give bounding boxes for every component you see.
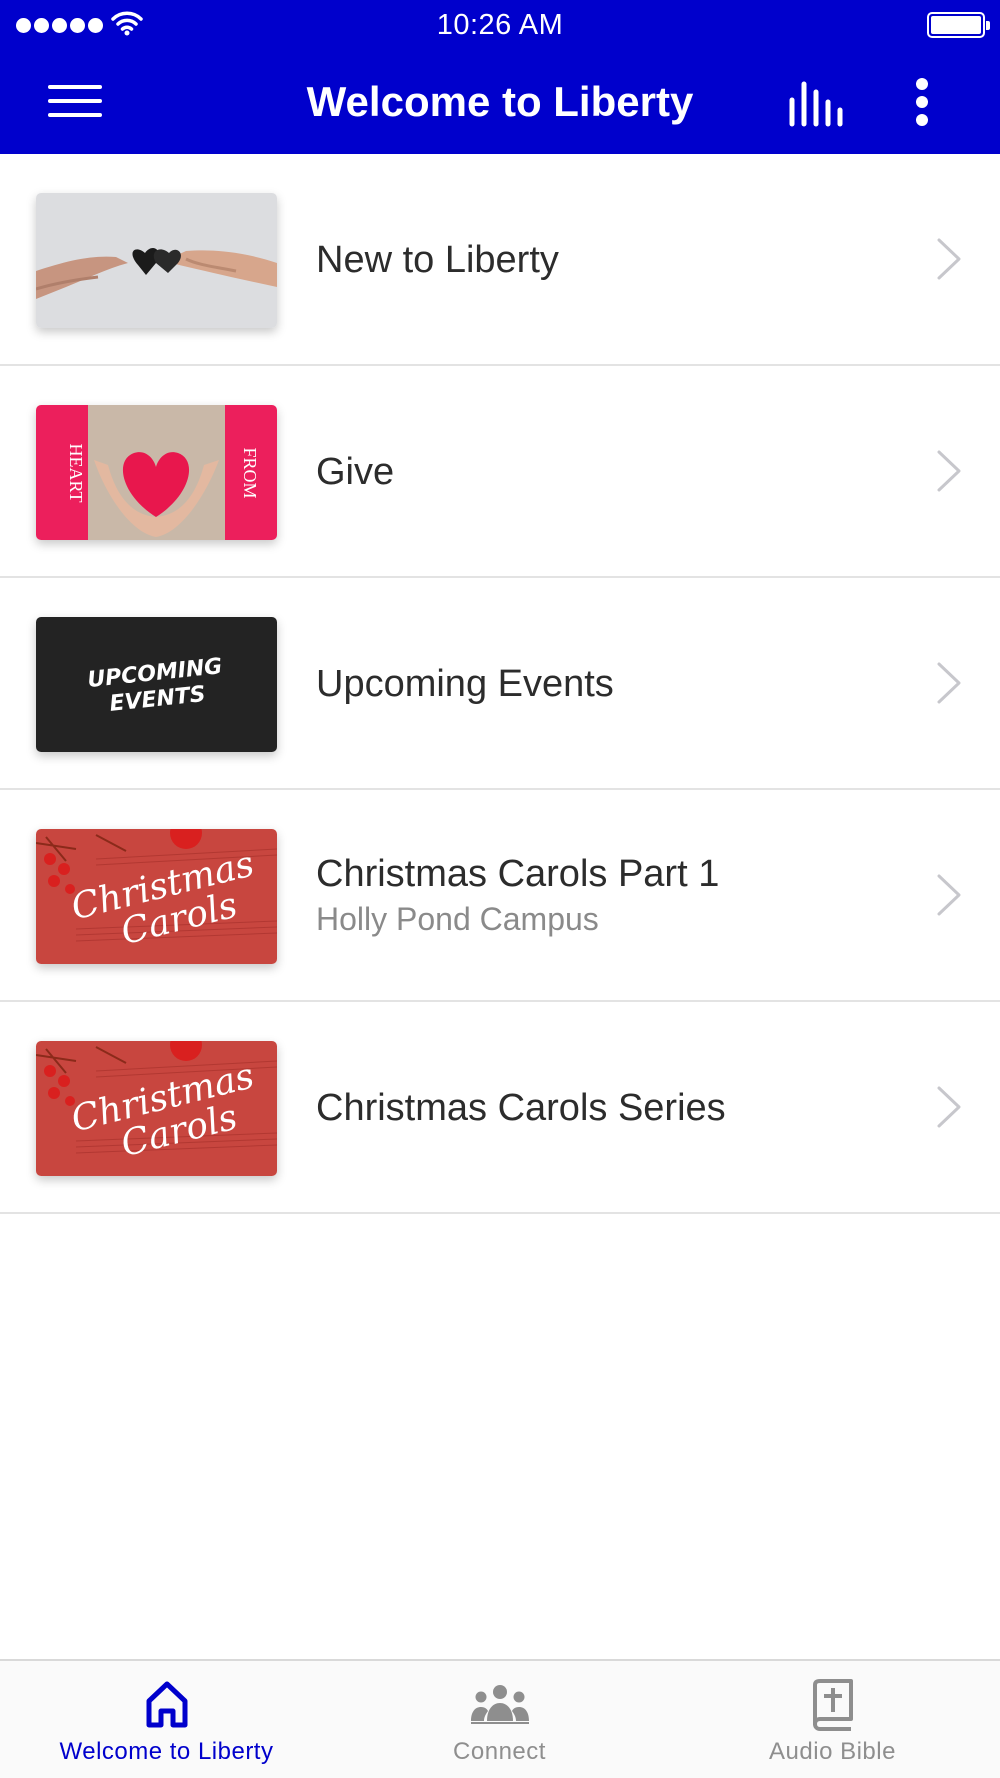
list-item-title: New to Liberty — [316, 239, 559, 281]
chevron-right-icon — [934, 448, 964, 499]
christmas-carols-image: Christmas Carols — [36, 1041, 277, 1176]
tab-connect[interactable]: Connect — [333, 1661, 666, 1778]
list-item-text: Christmas Carols Series — [316, 1002, 726, 1214]
home-icon — [0, 1679, 333, 1729]
list-item-title: Upcoming Events — [316, 663, 614, 705]
thumb-text-heart: HEART — [66, 444, 86, 503]
chevron-right-icon — [934, 660, 964, 711]
battery-full-icon — [927, 12, 990, 38]
list-item-title: Christmas Carols Series — [316, 1087, 726, 1129]
tab-label: Connect — [453, 1738, 546, 1765]
list-item-title: Give — [316, 451, 395, 493]
list-item-new-to-liberty[interactable]: New to Liberty — [0, 154, 1000, 366]
chevron-right-icon — [934, 236, 964, 287]
more-vertical-icon[interactable] — [904, 74, 944, 130]
list-item-text: Upcoming Events — [316, 578, 614, 790]
chevron-right-icon — [934, 872, 964, 923]
list-item-christmas-carols-series[interactable]: Christmas Carols Christmas Carols Series — [0, 1002, 1000, 1214]
tab-label: Welcome to Liberty — [59, 1738, 274, 1765]
list-item-christmas-carols-part-1[interactable]: Christmas Carols Christmas Carols Part 1… — [0, 790, 1000, 1002]
nav-bar: Welcome to Liberty — [0, 60, 1000, 142]
hands-heart-image — [36, 193, 277, 328]
audio-levels-icon[interactable] — [780, 74, 850, 130]
heart-from-heart-image: HEART FROM — [36, 405, 277, 540]
list-item-subtitle: Holly Pond Campus — [316, 901, 599, 937]
tab-welcome-to-liberty[interactable]: Welcome to Liberty — [0, 1661, 333, 1778]
list-item-give[interactable]: HEART FROM Give — [0, 366, 1000, 578]
tab-bar: Welcome to Liberty Connect Audio Bible — [0, 1659, 1000, 1778]
list-item-title: Christmas Carols Part 1 — [316, 853, 720, 895]
thumb-text-from: FROM — [240, 447, 260, 498]
tab-label: Audio Bible — [769, 1738, 896, 1765]
group-icon — [333, 1679, 666, 1729]
tab-audio-bible[interactable]: Audio Bible — [666, 1661, 999, 1778]
list-item-text: New to Liberty — [316, 154, 559, 366]
list-item-text: Christmas Carols Part 1 Holly Pond Campu… — [316, 790, 719, 1002]
list-item-text: Give — [316, 366, 394, 578]
status-time: 10:26 AM — [436, 9, 564, 41]
bible-icon — [666, 1679, 999, 1731]
upcoming-events-image: UPCOMING EVENTS — [36, 617, 277, 752]
page-title: Welcome to Liberty — [306, 78, 694, 125]
list-item-upcoming-events[interactable]: UPCOMING EVENTS Upcoming Events — [0, 578, 1000, 790]
content-list: New to Liberty HEART FROM Give UPCOMING … — [0, 154, 1000, 1214]
app-header: 10:26 AM Welcome to Liberty — [0, 0, 1000, 154]
christmas-carols-image: Christmas Carols — [36, 829, 277, 964]
status-bar: 10:26 AM — [0, 0, 1000, 50]
chevron-right-icon — [934, 1084, 964, 1135]
